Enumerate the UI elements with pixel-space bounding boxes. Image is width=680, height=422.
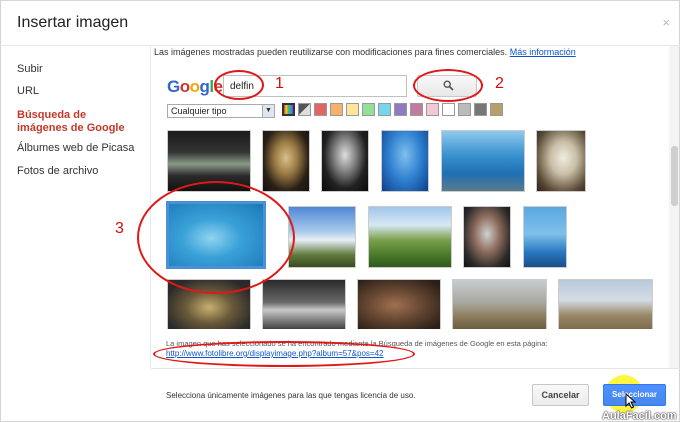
annotation-circle-search-input xyxy=(214,70,264,100)
color-swatch[interactable] xyxy=(474,103,487,116)
image-type-value: Cualquier tipo xyxy=(171,106,227,116)
image-result[interactable] xyxy=(441,130,525,192)
image-result[interactable] xyxy=(558,279,653,329)
image-result[interactable] xyxy=(463,206,511,268)
more-info-link[interactable]: Más información xyxy=(510,47,576,57)
chevron-down-icon: ▼ xyxy=(262,105,274,117)
image-result[interactable] xyxy=(321,130,369,192)
image-result[interactable] xyxy=(262,279,346,329)
annotation-circle-source-link xyxy=(153,341,415,367)
image-result[interactable] xyxy=(381,130,429,192)
image-result[interactable] xyxy=(262,130,310,192)
image-result[interactable] xyxy=(536,130,586,192)
sidebar-item-picasa-albums[interactable]: Álbumes web de Picasa xyxy=(17,142,134,155)
annotation-circle-search-button xyxy=(413,69,483,102)
insert-image-dialog: Insertar imagen × Subir URL Búsqueda de … xyxy=(0,0,680,422)
color-filter-any[interactable] xyxy=(282,103,295,116)
reuse-notice-text: Las imágenes mostradas pueden reutilizar… xyxy=(154,47,508,57)
annotation-number-2: 2 xyxy=(495,75,504,92)
reuse-notice: Las imágenes mostradas pueden reutilizar… xyxy=(154,47,576,57)
color-swatch[interactable] xyxy=(410,103,423,116)
image-result[interactable] xyxy=(523,206,567,268)
color-swatch[interactable] xyxy=(346,103,359,116)
color-swatch[interactable] xyxy=(330,103,343,116)
annotation-number-1: 1 xyxy=(275,75,284,92)
color-swatch[interactable] xyxy=(490,103,503,116)
license-notice: Selecciona únicamente imágenes para las … xyxy=(166,391,416,400)
watermark: AulaFacil.com xyxy=(602,410,677,422)
image-type-select[interactable]: Cualquier tipo ▼ xyxy=(167,104,275,118)
color-swatch[interactable] xyxy=(378,103,391,116)
results-scrollbar[interactable] xyxy=(669,46,679,368)
scrollbar-thumb[interactable] xyxy=(671,146,678,206)
mouse-pointer-icon xyxy=(625,393,636,409)
sidebar: Subir URL Búsqueda de imágenes de Google… xyxy=(1,46,151,368)
sidebar-item-url[interactable]: URL xyxy=(17,85,39,98)
color-swatch[interactable] xyxy=(314,103,327,116)
color-swatch[interactable] xyxy=(442,103,455,116)
title-bar: Insertar imagen × xyxy=(1,1,680,47)
annotation-circle-selected-image xyxy=(137,181,295,294)
annotation-number-3: 3 xyxy=(115,220,124,237)
image-result[interactable] xyxy=(368,206,452,268)
cancel-button[interactable]: Cancelar xyxy=(532,384,589,406)
close-icon[interactable]: × xyxy=(662,15,670,30)
image-result[interactable] xyxy=(452,279,547,329)
dialog-title: Insertar imagen xyxy=(17,14,129,31)
divider xyxy=(151,368,680,369)
color-filter-bw[interactable] xyxy=(298,103,311,116)
color-swatch[interactable] xyxy=(362,103,375,116)
color-swatch[interactable] xyxy=(458,103,471,116)
sidebar-item-subir[interactable]: Subir xyxy=(17,63,43,76)
color-swatch[interactable] xyxy=(394,103,407,116)
image-result[interactable] xyxy=(357,279,441,329)
image-result[interactable] xyxy=(288,206,356,268)
sidebar-item-google-image-search[interactable]: Búsqueda de imágenes de Google xyxy=(17,109,137,135)
color-swatch[interactable] xyxy=(426,103,439,116)
sidebar-item-stock-photos[interactable]: Fotos de archivo xyxy=(17,165,98,178)
